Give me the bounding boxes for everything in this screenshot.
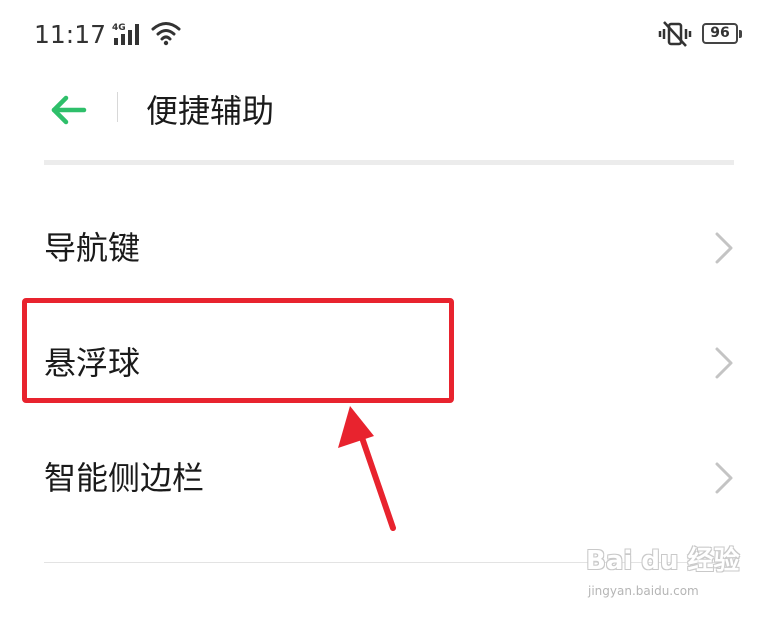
annotation-highlight-box [22, 298, 454, 403]
list-item-navigation-keys[interactable]: 导航键 [0, 195, 767, 295]
list-item-label: 导航键 [44, 229, 141, 267]
watermark-url: jingyan.baidu.com [588, 584, 699, 598]
watermark-logo: Bai du 经验 [586, 546, 740, 576]
header-bar: 便捷辅助 [0, 70, 767, 150]
wifi-icon [150, 20, 182, 50]
annotation-arrow-icon [330, 400, 410, 539]
battery-level: 96 [710, 25, 730, 41]
battery-tip [739, 30, 742, 38]
page-title: 便捷辅助 [146, 92, 275, 130]
chevron-right-icon [712, 346, 736, 384]
status-bar: 11:17 4G 96 [0, 0, 767, 70]
baidu-jingyan-watermark: Bai du 经验 jingyan.baidu.com [586, 540, 761, 602]
back-button[interactable] [44, 88, 92, 132]
chevron-right-icon [712, 461, 736, 499]
list-item-label: 智能侧边栏 [44, 459, 205, 497]
chevron-right-icon [712, 231, 736, 269]
battery-icon: 96 [702, 23, 742, 44]
vibrate-mode-icon [658, 20, 692, 52]
status-time: 11:17 [34, 20, 107, 49]
network-type-label: 4G [112, 23, 126, 33]
header-divider [117, 92, 118, 122]
header-separator [44, 160, 734, 165]
cellular-signal-icon: 4G [112, 21, 144, 51]
